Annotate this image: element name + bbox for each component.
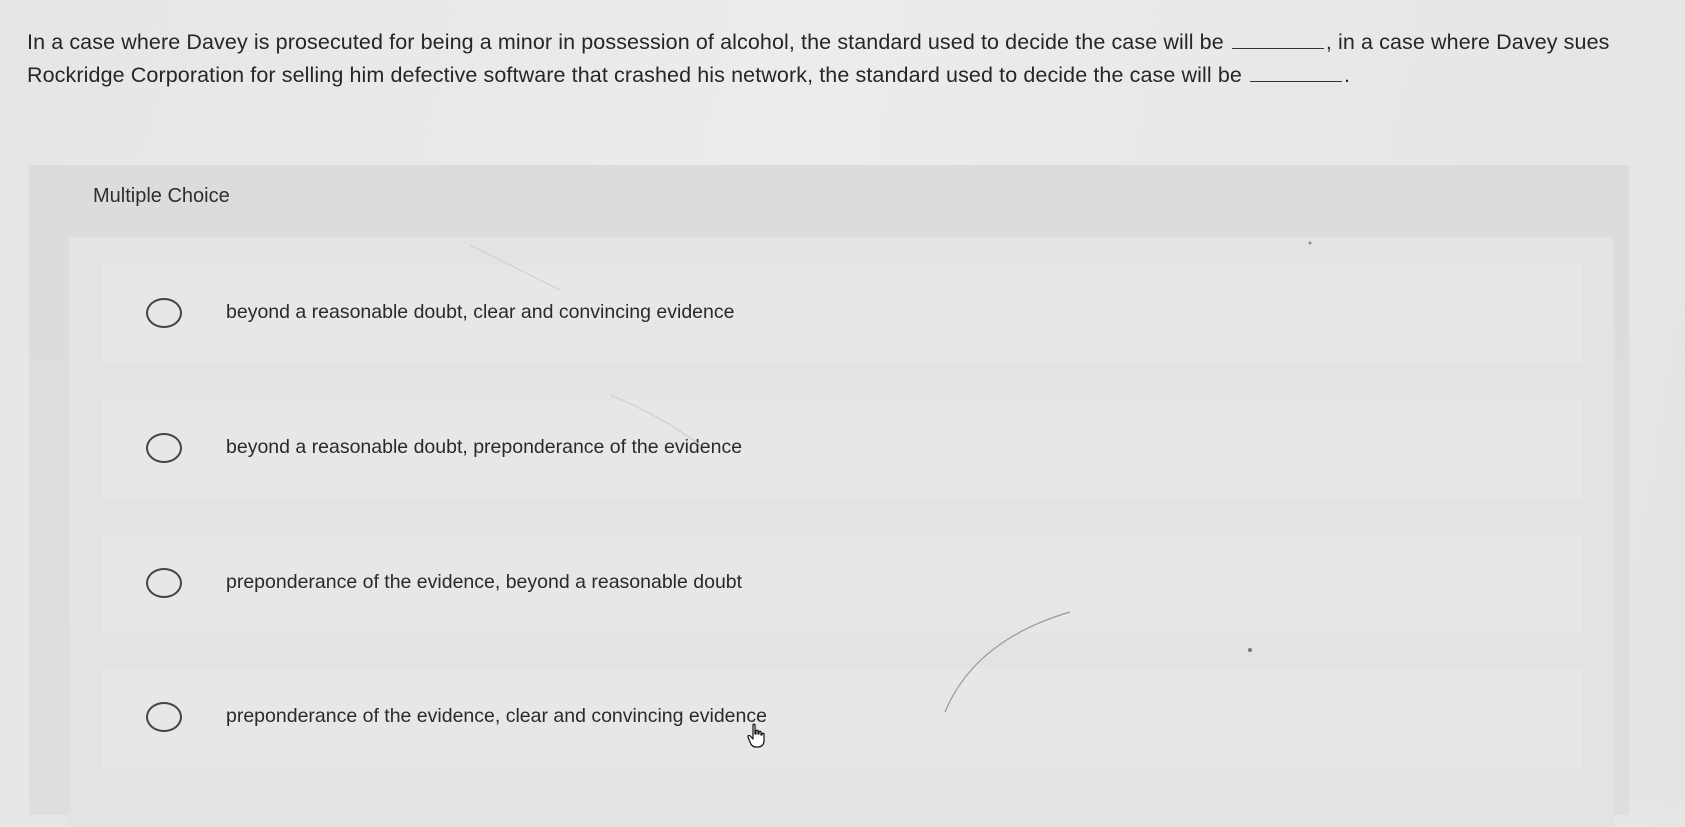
question-text: In a case where Davey is prosecuted for … xyxy=(27,26,1657,92)
answer-blank-2 xyxy=(1250,63,1343,82)
question-part-1: In a case where Davey is prosecuted for … xyxy=(27,30,1224,54)
hand-pointer-icon xyxy=(747,723,765,748)
choice-label-3: preponderance of the evidence, beyond a … xyxy=(226,571,743,593)
multiple-choice-header: Multiple Choice xyxy=(93,185,230,207)
radio-button-icon[interactable] xyxy=(146,568,182,598)
choice-label-1: beyond a reasonable doubt, clear and con… xyxy=(226,301,735,323)
radio-button-icon[interactable] xyxy=(146,433,182,463)
choice-option-2[interactable]: beyond a reasonable doubt, preponderance… xyxy=(102,400,1582,498)
question-part-3: . xyxy=(1344,63,1351,87)
answer-blank-1 xyxy=(1231,30,1324,49)
choice-option-1[interactable]: beyond a reasonable doubt, clear and con… xyxy=(102,265,1582,363)
choices-container: beyond a reasonable doubt, clear and con… xyxy=(69,237,1614,827)
multiple-choice-panel: Multiple Choice beyond a reasonable doub… xyxy=(29,165,1629,827)
choice-label-4: preponderance of the evidence, clear and… xyxy=(226,705,767,727)
choice-option-3[interactable]: preponderance of the evidence, beyond a … xyxy=(102,535,1582,633)
radio-button-icon[interactable] xyxy=(146,702,182,732)
choice-option-4[interactable]: preponderance of the evidence, clear and… xyxy=(102,669,1582,767)
radio-button-icon[interactable] xyxy=(146,298,182,328)
choice-label-2: beyond a reasonable doubt, preponderance… xyxy=(226,436,743,458)
